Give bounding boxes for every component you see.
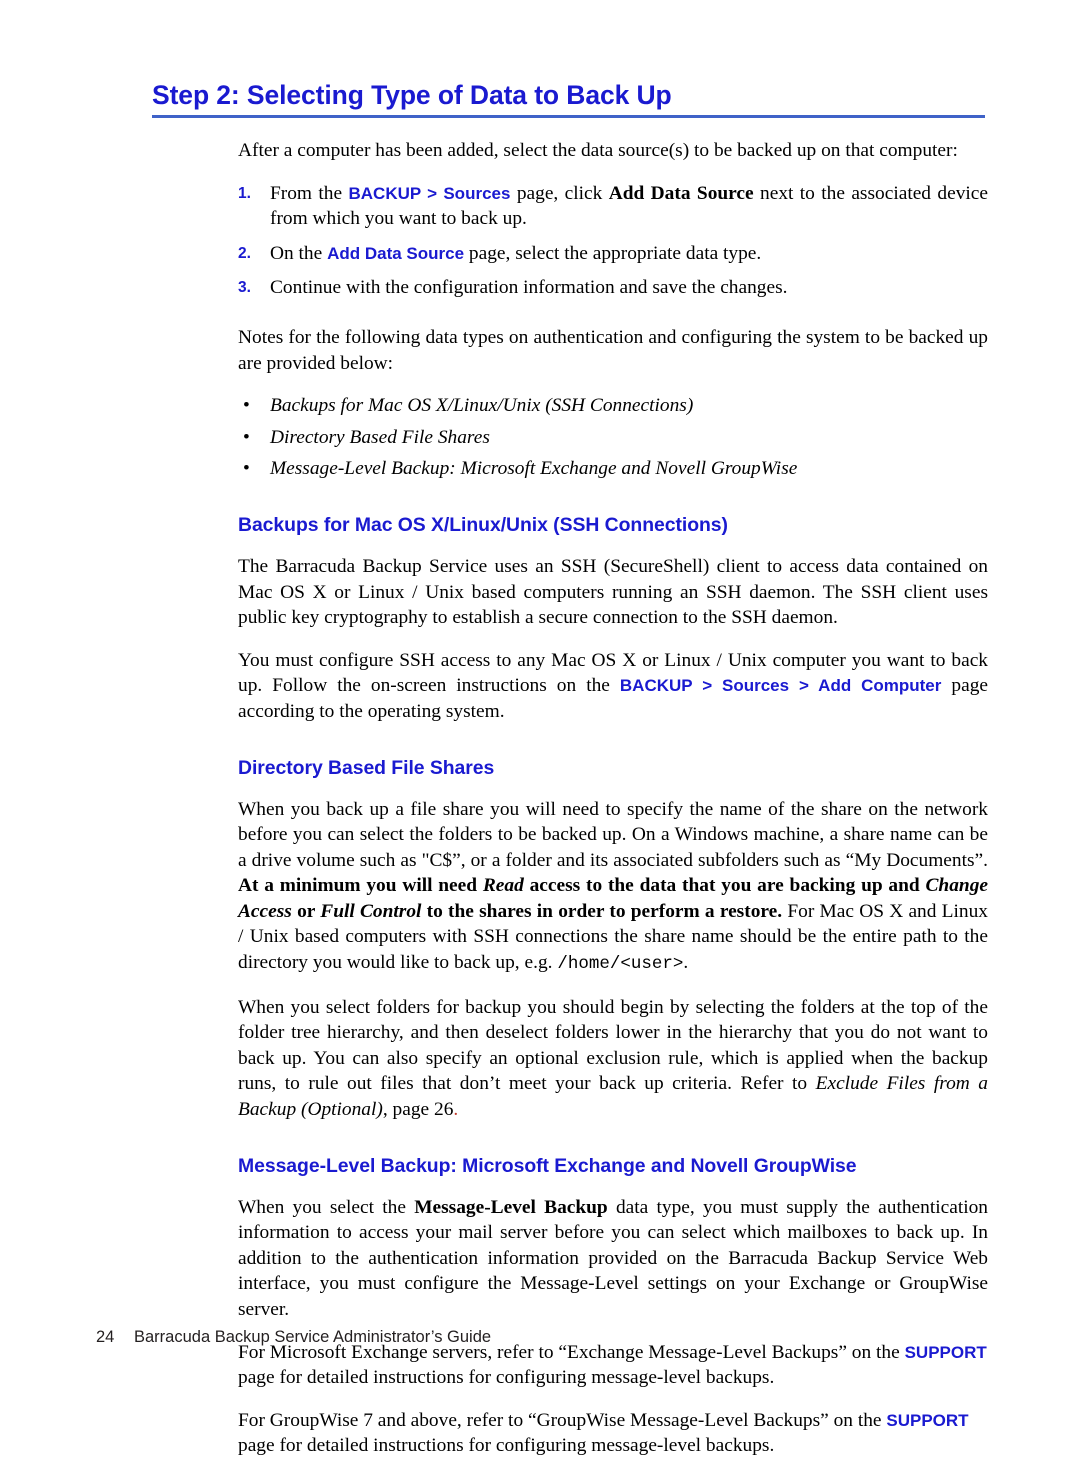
notes-bullet-list: • Backups for Mac OS X/Linux/Unix (SSH Co…: [238, 393, 988, 482]
paragraph-text-part: page for detailed instructions for confi…: [238, 1367, 775, 1389]
banner-divider: [152, 115, 985, 118]
emphasis-bold: access to the data that you are backing …: [523, 875, 926, 897]
add-data-source-label: Add Data Source: [608, 182, 754, 204]
step-text-part: page, click: [510, 182, 609, 204]
step-marker: 1.: [238, 184, 251, 202]
code-path-example: /home/<user>: [557, 954, 684, 975]
section-heading-message-level: Message-Level Backup: Microsoft Exchange…: [238, 1154, 857, 1177]
bullet-icon: •: [243, 426, 250, 448]
paragraph-text-part: , page 26: [382, 1099, 454, 1121]
message-level-paragraph-3: For GroupWise 7 and above, refer to “Gro…: [238, 1408, 988, 1459]
page-banner: Step 2: Selecting Type of Data to Back U…: [152, 80, 985, 118]
emphasis-bold: to the shares in order to perform a rest…: [421, 900, 783, 922]
step-text-part: page, select the appropriate data type.: [464, 242, 762, 264]
ssh-paragraph-1: The Barracuda Backup Service uses an SSH…: [238, 555, 988, 629]
document-content: After a computer has been added, select …: [238, 138, 988, 1459]
list-item-label: Message-Level Backup: Microsoft Exchange…: [270, 458, 798, 480]
ssh-paragraph-2: You must configure SSH access to any Mac…: [238, 648, 988, 725]
numbered-step-2: 2. On the Add Data Source page, select th…: [238, 241, 988, 267]
paragraph-text-part: page for detailed instructions for confi…: [238, 1435, 775, 1457]
emphasis-full-control: Full Control: [320, 900, 422, 922]
page-title: Step 2: Selecting Type of Data to Back U…: [152, 80, 672, 110]
ui-path-backup-sources[interactable]: BACKUP > Sources: [348, 184, 510, 203]
footer-document-title: Barracuda Backup Service Administrator’s…: [134, 1328, 492, 1346]
list-item: • Directory Based File Shares: [238, 425, 988, 451]
step-marker: 2.: [238, 244, 251, 262]
footer-page-number: 24: [96, 1328, 115, 1346]
step-text-part: Continue with the configuration informat…: [270, 277, 788, 299]
step-text-part: On the: [270, 242, 328, 264]
paragraph-text-part: When you back up a file share you will n…: [238, 798, 988, 871]
paragraph-text-part: .: [683, 952, 689, 974]
ui-path-add-data-source[interactable]: Add Data Source: [327, 244, 464, 263]
bullet-icon: •: [243, 458, 250, 480]
file-shares-paragraph-1: When you back up a file share you will n…: [238, 797, 988, 978]
message-level-paragraph-1: When you select the Message-Level Backup…: [238, 1195, 988, 1323]
list-item-label: Directory Based File Shares: [270, 426, 490, 448]
paragraph-text-part: For GroupWise 7 and above, refer to “Gro…: [238, 1409, 887, 1431]
step-marker: 3.: [238, 279, 251, 297]
list-item-label: Backups for Mac OS X/Linux/Unix (SSH Con…: [270, 395, 694, 417]
emphasis-bold: At a minimum you will need: [238, 875, 483, 897]
numbered-step-1: 1. From the BACKUP > Sources page, click …: [238, 181, 988, 232]
page-footer: 24 Barracuda Backup Service Administrator…: [96, 1328, 996, 1347]
emphasis-message-level-backup: Message-Level Backup: [414, 1196, 608, 1218]
message-level-paragraph-2: For Microsoft Exchange servers, refer to…: [238, 1340, 988, 1391]
step-text-part: From the: [270, 182, 349, 204]
notes-lead-paragraph: Notes for the following data types on au…: [238, 326, 988, 374]
document-page: Step 2: Selecting Type of Data to Back U…: [0, 0, 1080, 1456]
ui-path-support[interactable]: SUPPORT: [886, 1411, 968, 1430]
ui-path-add-computer[interactable]: BACKUP > Sources > Add Computer: [620, 676, 941, 695]
cross-reference-period: .: [453, 1099, 459, 1121]
list-item: • Backups for Mac OS X/Linux/Unix (SSH Co…: [238, 393, 988, 419]
paragraph-text-part: When you select the: [238, 1196, 415, 1218]
bullet-icon: •: [243, 395, 250, 417]
file-shares-paragraph-2: When you select folders for backup you s…: [238, 995, 988, 1123]
emphasis-bold: or: [291, 900, 321, 922]
section-heading-ssh: Backups for Mac OS X/Linux/Unix (SSH Con…: [238, 513, 728, 536]
section-heading-file-shares: Directory Based File Shares: [238, 756, 495, 779]
emphasis-read: Read: [482, 875, 524, 897]
numbered-steps-list: 1. From the BACKUP > Sources page, click …: [238, 181, 988, 301]
list-item: • Message-Level Backup: Microsoft Exchang…: [238, 456, 988, 482]
numbered-step-3: 3. Continue with the configuration inform…: [238, 275, 988, 301]
intro-paragraph: After a computer has been added, select …: [238, 140, 958, 161]
